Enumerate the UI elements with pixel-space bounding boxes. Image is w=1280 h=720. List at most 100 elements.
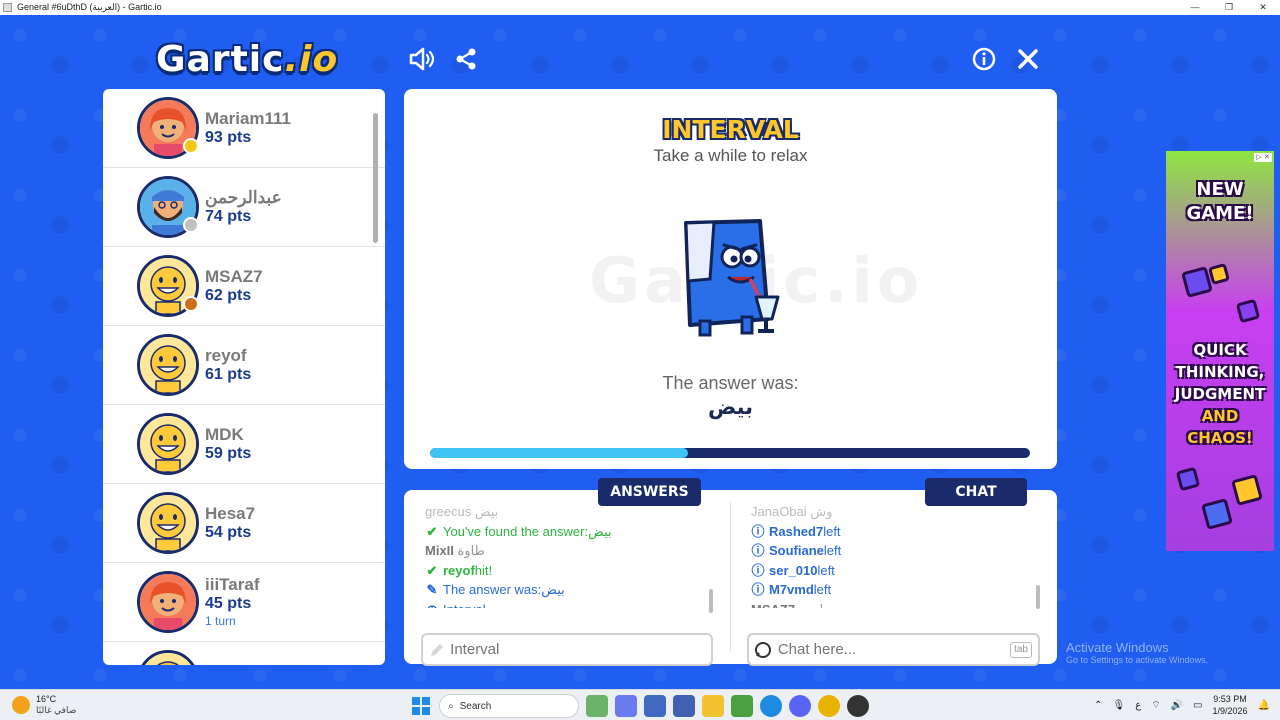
player-avatar <box>137 413 199 475</box>
interval-subtitle: Take a while to relax <box>653 146 808 165</box>
chat-row: ⓘ Rashed7 left <box>751 522 1041 542</box>
answer-text: بيض <box>474 504 499 519</box>
taskbar-clock[interactable]: 9:53 PM 1/9/2026 <box>1213 693 1248 717</box>
relaxing-mascot-illustration <box>680 219 790 343</box>
chevron-up-icon[interactable]: ⌃ <box>1094 700 1102 711</box>
player-info: Hesa7 54 pts <box>205 504 255 542</box>
player-points: 93 pts <box>205 129 252 146</box>
player-row[interactable]: iiiTaraf 45 pts 1 turn <box>103 563 385 642</box>
copilot-icon[interactable] <box>615 695 637 717</box>
player-avatar <box>137 571 199 633</box>
ad-tile-icon <box>1207 262 1231 286</box>
chat-scrollbar[interactable] <box>1036 585 1040 609</box>
chat-input[interactable] <box>777 641 1038 658</box>
answers-feed: greecus بيض ✔ You've found the answer: بيض… <box>425 502 721 608</box>
weather-widget[interactable]: 16°C صافي غالبًا <box>12 694 76 716</box>
player-name: iiiTaraf <box>205 575 260 594</box>
microphone-icon[interactable]: 🎙 <box>1113 700 1126 711</box>
answer-extra: بيض <box>588 523 612 539</box>
player-points: 74 pts <box>205 208 252 225</box>
info-button[interactable] <box>970 45 998 73</box>
answers-scrollbar[interactable] <box>709 589 713 613</box>
chat-input-field[interactable]: tab <box>747 633 1040 666</box>
player-info: reyof 61 pts <box>205 346 251 384</box>
game-area: Gartic.io Mariam111 93 pts عبدالرحمن 74 … <box>0 15 1280 689</box>
activate-windows-subtitle: Go to Settings to activate Windows. <box>1066 655 1209 665</box>
minecraft-icon[interactable] <box>731 695 753 717</box>
chat-row: ⓘ Soufiane left <box>751 541 1041 561</box>
player-avatar <box>137 650 199 665</box>
answer-input[interactable] <box>450 641 711 658</box>
player-points: 61 pts <box>205 366 252 383</box>
store-icon[interactable] <box>644 695 666 717</box>
player-avatar <box>137 255 199 317</box>
gartic-app-icon[interactable] <box>847 695 869 717</box>
player-row[interactable]: عبدالرحمن 74 pts <box>103 168 385 247</box>
sound-toggle-button[interactable] <box>408 45 436 73</box>
widgets-icon[interactable] <box>586 695 608 717</box>
battery-icon[interactable]: ▭ <box>1193 700 1202 711</box>
discord-icon[interactable] <box>789 695 811 717</box>
drawing-stage: Gartic.io INTERVAL Take a while to relax… <box>404 89 1057 469</box>
minimize-button[interactable]: — <box>1178 0 1212 15</box>
player-list-scrollbar[interactable] <box>373 113 378 243</box>
player-row[interactable]: MSAZ7 62 pts <box>103 247 385 326</box>
file-explorer-icon[interactable] <box>702 695 724 717</box>
restore-button[interactable]: ❐ <box>1212 0 1246 15</box>
player-row[interactable]: reyof 61 pts <box>103 326 385 405</box>
security-shield-icon[interactable] <box>673 695 695 717</box>
share-button[interactable] <box>452 45 480 73</box>
advertisement-banner[interactable]: ▷ ✕ NEW GAME! QUICK THINKING, JUDGMENT A… <box>1166 151 1274 551</box>
activate-windows-title: Activate Windows <box>1066 640 1169 655</box>
ad-tile-icon <box>1175 466 1201 492</box>
check-icon: ✔ <box>426 562 438 578</box>
chat-author: Soufiane <box>769 543 824 558</box>
player-name: Hesa7 <box>205 504 256 523</box>
notification-bell-icon[interactable]: 🔔 <box>1258 700 1270 711</box>
gartic-logo[interactable]: Gartic.io <box>156 39 338 80</box>
search-icon: ⌕ <box>448 700 454 712</box>
player-row[interactable]: Hesa7 54 pts <box>103 484 385 563</box>
player-row[interactable]: Mariam111 93 pts <box>103 89 385 168</box>
answer-input-field[interactable] <box>421 633 713 666</box>
ad-tile-icon <box>1231 474 1263 506</box>
logo-text: Gartic <box>156 39 285 80</box>
answer-row: MixII طاوة <box>425 541 721 561</box>
close-window-button[interactable]: ✕ <box>1246 0 1280 15</box>
answer-row: ✔ You've found the answer: بيض <box>425 522 721 542</box>
window-controls: — ❐ ✕ <box>1178 0 1280 15</box>
system-tray: ⌃ 🎙 ع ⌔ 🔊 ▭ 9:53 PM 1/9/2026 🔔 <box>1094 693 1270 717</box>
search-label: Search <box>459 700 492 712</box>
ad-choices-badge[interactable]: ▷ ✕ <box>1254 153 1272 162</box>
answer-author: greecus <box>425 504 472 519</box>
pencil-icon <box>423 642 450 658</box>
exit-button[interactable] <box>1014 45 1042 73</box>
chat-author: MSAZ7 <box>751 600 795 609</box>
edge-browser-icon[interactable] <box>760 695 782 717</box>
player-name: MDK <box>205 425 244 444</box>
clock-icon: ◷ <box>425 600 439 609</box>
wifi-icon[interactable]: ⌔ <box>1151 699 1160 712</box>
clock-date: 1/9/2026 <box>1212 706 1248 716</box>
player-turn: 1 turn <box>205 614 236 628</box>
player-row[interactable]: MDK 59 pts <box>103 405 385 484</box>
player-row-partial[interactable] <box>103 642 385 665</box>
player-avatar <box>137 176 199 238</box>
rank-medal-icon <box>183 296 199 312</box>
info-icon: ⓘ <box>751 543 765 558</box>
start-button[interactable] <box>410 695 432 717</box>
player-points: 45 pts <box>205 595 252 612</box>
chat-text: left <box>817 562 835 578</box>
answer-author: MixII <box>425 543 454 558</box>
answer-row: greecus بيض <box>425 502 721 522</box>
window-title: General #6uDthD (العربية) - Gartic.io <box>17 2 162 12</box>
taskbar-search-box[interactable]: ⌕ Search <box>439 694 579 718</box>
player-avatar <box>137 334 199 396</box>
player-info: Mariam111 93 pts <box>205 109 291 147</box>
player-name: reyof <box>205 346 247 365</box>
chat-row: ⓘ M7vmd left <box>751 580 1041 600</box>
player-points: 54 pts <box>205 524 252 541</box>
volume-icon[interactable]: 🔊 <box>1171 700 1183 711</box>
language-indicator[interactable]: ع <box>1135 700 1141 711</box>
chrome-icon[interactable] <box>818 695 840 717</box>
